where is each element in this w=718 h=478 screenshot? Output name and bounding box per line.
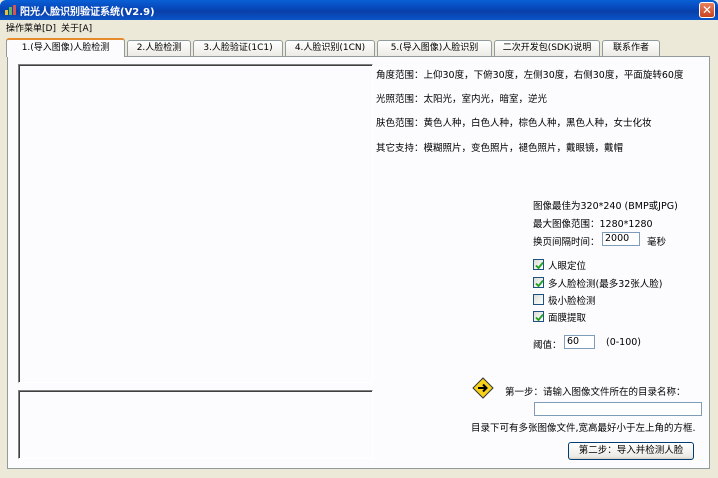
tab-contact[interactable]: 联系作者 — [602, 40, 660, 56]
menu-about[interactable]: 关于[A] — [61, 21, 92, 34]
threshold-input[interactable]: 60 — [564, 335, 595, 349]
arrow-sign-icon — [472, 377, 494, 399]
option-label: 人眼定位 — [548, 261, 587, 272]
checkmark-icon — [535, 313, 544, 322]
import-detect-button[interactable]: 第二步：导入并检测人脸 — [568, 442, 694, 460]
tab-face-detect[interactable]: 2.人脸检测 — [127, 40, 191, 56]
max-size-text: 最大图像范围：1280*1280 — [533, 219, 653, 230]
skin-range-text: 肤色范围：黄色人种，白色人种，棕色人种，黑色人种，女士化妆 — [376, 118, 652, 129]
option-label: 面膜提取 — [548, 313, 587, 324]
tab-import-recognize[interactable]: 5.(导入图像)人脸识别 — [377, 40, 492, 56]
app-icon — [5, 5, 16, 15]
checkmark-icon — [535, 261, 544, 270]
close-icon: ✕ — [701, 3, 713, 17]
image-display — [18, 64, 373, 383]
tab-import-detect[interactable]: 1.(导入图像)人脸检测 — [6, 38, 125, 57]
best-size-text: 图像最佳为320*240 (BMP或JPG) — [533, 201, 678, 212]
interval-label: 换页间隔时间： — [533, 237, 600, 248]
threshold-range: (0-100) — [606, 337, 642, 348]
checkmark-icon — [535, 279, 544, 288]
menu-operations[interactable]: 操作菜单[D] — [6, 21, 56, 34]
step1-label: 第一步：请输入图像文件所在的目录名称： — [505, 387, 686, 398]
interval-input[interactable]: 2000 — [602, 232, 640, 246]
window-title: 阳光人脸识别验证系统(V2.9) — [20, 7, 155, 18]
angle-range-text: 角度范围：上仰30度，下俯30度，左侧30度，右侧30度，平面旋转60度 — [376, 70, 684, 81]
interval-unit: 毫秒 — [647, 237, 667, 248]
close-button[interactable]: ✕ — [699, 2, 715, 18]
menu-bar: 操作菜单[D] 关于[A] — [0, 20, 718, 34]
lighting-range-text: 光照范围：太阳光，室内光，暗室，逆光 — [376, 94, 548, 105]
option-label: 多人脸检测(最多32张人脸) — [548, 279, 663, 290]
tab-sdk[interactable]: 二次开发包(SDK)说明 — [494, 40, 600, 56]
tab-face-recognize[interactable]: 4.人脸识别(1CN) — [285, 40, 375, 56]
tab-panel: 角度范围：上仰30度，下俯30度，左侧30度，右侧30度，平面旋转60度 光照范… — [7, 56, 710, 469]
checkbox[interactable] — [533, 311, 544, 322]
title-bar: 阳光人脸识别验证系统(V2.9) ✕ — [0, 0, 718, 20]
option-label: 极小脸检测 — [548, 296, 596, 307]
hint-text: 目录下可有多张图像文件,宽高最好小于左上角的方框. — [471, 423, 696, 434]
thumbnail-area — [18, 390, 373, 459]
other-support-text: 其它支持：模糊照片，变色照片，褪色照片，戴眼镜，戴帽 — [376, 143, 624, 154]
directory-input[interactable] — [534, 402, 702, 416]
threshold-label: 阈值： — [533, 340, 562, 351]
checkbox[interactable] — [533, 259, 544, 270]
checkbox[interactable] — [533, 277, 544, 288]
checkbox[interactable] — [533, 294, 544, 305]
tab-face-verify[interactable]: 3.人脸验证(1C1) — [193, 40, 283, 56]
